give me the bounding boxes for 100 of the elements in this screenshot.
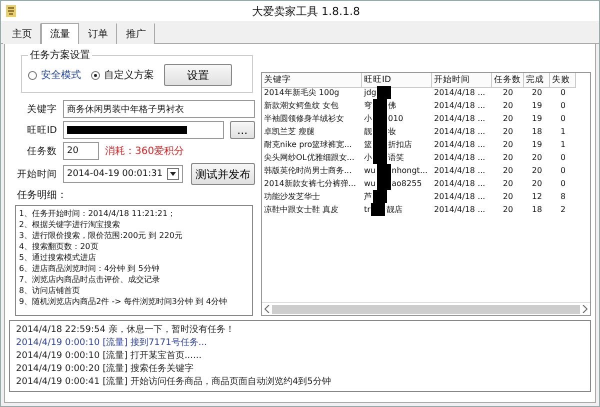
detail-line: 2、根据关键字进行淘宝搜索 xyxy=(19,219,122,230)
table-cell: ao8255 xyxy=(392,179,422,188)
table-cell-text: 18 xyxy=(530,126,544,138)
table-cell-text: 半袖圆领修身羊绒衫女 xyxy=(263,113,345,125)
column-header[interactable]: 完成 xyxy=(524,73,550,88)
table-cell-text: 20 xyxy=(502,152,514,164)
table-cell: wu xyxy=(364,179,376,188)
log-line: 2014/4/19 0:00:20 [流量] 搜索任务关键字 xyxy=(16,363,194,375)
table-cell: 芦 xyxy=(364,191,372,202)
tab[interactable]: 订单 xyxy=(79,23,117,44)
table-cell-text: 2014/4/18 ... xyxy=(433,139,486,151)
table-cell-text: 12 xyxy=(530,191,544,203)
table-cell: 佛 xyxy=(388,100,396,111)
table-cell-text: 20 xyxy=(502,113,514,125)
table-cell: tr xyxy=(364,205,370,214)
id-label: 旺旺ID xyxy=(26,124,57,136)
tab[interactable]: 流量 xyxy=(41,23,79,44)
table-cell: wu xyxy=(364,166,376,175)
detail-line: 8、访问店铺首页 xyxy=(19,285,82,296)
radio-button[interactable] xyxy=(28,70,37,80)
table-cell: 篮 xyxy=(364,139,372,150)
table-cell-text: 20 xyxy=(502,87,514,99)
time-picker[interactable]: 2014-04-19 00:01:31 xyxy=(63,165,183,183)
table-cell-text: 0 xyxy=(559,152,567,164)
table-cell-text: 20 xyxy=(530,178,544,190)
table-cell-text: 0 xyxy=(559,178,567,190)
time-label: 开始时间 xyxy=(16,168,57,180)
details-textarea[interactable]: 1、任务开始时间：2014/4/18 11:21:21； 2、根据关键字进行淘宝搜索 3、进行限价搜索，限价范围:200元 到 220元 4、搜索翻页数：20页 5、通过搜索模式进店 6、进店商品浏览时间：4分钟 到 5分钟 7、浏览店内商品时点击评价、成交记录 8、访问店铺首页 9、随机浏览店内商品2件 -> 每件浏览时间3分钟 到 4分钟 xyxy=(15,205,253,316)
table-cell-text: 20 xyxy=(502,191,514,203)
column-header[interactable]: 旺旺ID xyxy=(362,73,432,88)
caret-icon xyxy=(170,172,176,176)
table-cell-text: 20 xyxy=(502,178,514,190)
table-cell-text: 2 xyxy=(559,204,567,216)
radio-button[interactable] xyxy=(91,70,100,80)
table-cell-text: 20 xyxy=(502,165,514,177)
table-cell-text: 19 xyxy=(530,139,544,151)
table-cell-text: 2014年新毛尖 100g xyxy=(263,87,340,99)
table-cell-text: 卓凯兰芝 瘦腿 xyxy=(263,126,316,138)
id-field[interactable] xyxy=(63,121,224,139)
table-cell-text: 0 xyxy=(559,100,567,112)
count-field[interactable]: 20 xyxy=(63,142,99,160)
table-cell: jdg xyxy=(364,88,376,97)
window-title: 大爱卖家工具 1.8.1.8 xyxy=(251,4,361,18)
detail-line: 5、通过搜索模式进店 xyxy=(19,252,98,263)
table-cell-text: 2014/4/18 ... xyxy=(433,178,486,190)
table-cell-text: 0 xyxy=(559,113,567,125)
table-cell-text: 20 xyxy=(530,152,544,164)
table-cell: 妆 xyxy=(388,126,396,137)
table-cell: 靓店 xyxy=(386,204,402,215)
log-line: 2014/4/19 0:00:41 [流量] 开始访问任务商品，商品页面自动浏览约4到5分钟 xyxy=(16,376,332,388)
table-cell: 语笑 xyxy=(388,152,404,163)
table-cell-text: 19 xyxy=(530,113,544,125)
table-cell-text: 20 xyxy=(530,87,544,99)
table-cell-text: 1 xyxy=(559,126,567,138)
detail-line: 7、浏览店内商品时点击评价、成交记录 xyxy=(19,274,162,285)
detail-line: 1、任务开始时间：2014/4/18 11:21:21； xyxy=(19,208,177,219)
radio-label: 安全模式 xyxy=(41,68,81,82)
table-cell-text: 20 xyxy=(502,100,514,112)
table-cell-text: 2014新款女裤七分裤弹... xyxy=(263,178,357,190)
browse-button[interactable]: ... xyxy=(230,121,255,139)
table-cell: 靓 xyxy=(364,126,372,137)
table-cell: 穹 xyxy=(364,100,372,111)
table-cell-text: 2014/4/18 ... xyxy=(433,165,486,177)
horizontal-scrollbar[interactable] xyxy=(262,302,590,315)
table-cell-text: 尖头网纱OL优雅细跟女... xyxy=(263,152,356,164)
app-icon xyxy=(5,4,17,18)
table-cell-text: 2014/4/18 ... xyxy=(433,126,486,138)
table-cell-text: 2014/4/18 ... xyxy=(433,152,486,164)
table-cell-text: 韩版英伦时尚男士商务... xyxy=(263,165,353,177)
publish-button[interactable]: 测试并发布 xyxy=(191,163,255,185)
details-label: 任务明细： xyxy=(16,189,68,202)
tab[interactable]: 主页 xyxy=(3,23,41,44)
detail-line: 9、随机浏览店内商品2件 -> 每件浏览时间3分钟 到 4分钟 xyxy=(19,296,228,307)
group-legend: 任务方案设置 xyxy=(28,48,92,62)
table-cell-text: 1 xyxy=(559,139,567,151)
column-header[interactable]: 失败 xyxy=(550,73,576,88)
table-cell-text: 19 xyxy=(530,100,544,112)
redaction-bar xyxy=(377,86,392,99)
keyword-field[interactable]: 商务休闲男装中年格子男衬衣 xyxy=(63,100,255,118)
settings-button[interactable]: 设置 xyxy=(164,64,232,86)
table-cell-text: 2014/4/18 ... xyxy=(433,87,486,99)
table-cell-text: 2014/4/18 ... xyxy=(433,204,486,216)
table-cell-text: 18 xyxy=(530,204,544,216)
column-header[interactable]: 任务数 xyxy=(492,73,524,88)
cost-text: 消耗：360爱积分 xyxy=(105,144,184,158)
tab[interactable]: 推广 xyxy=(117,23,155,44)
keyword-label: 关键字 xyxy=(26,102,57,116)
column-header[interactable]: 关键字 xyxy=(262,73,362,88)
table-cell-text: 2014/4/18 ... xyxy=(433,100,486,112)
table-cell: 小 xyxy=(364,113,372,124)
table-cell-text: 0 xyxy=(559,87,567,99)
column-header[interactable]: 开始时间 xyxy=(432,73,492,88)
detail-line: 6、进店商品浏览时间：4分钟 到 5分钟 xyxy=(19,263,160,274)
table-cell: 折扣店 xyxy=(388,139,412,150)
detail-line: 4、搜索翻页数：20页 xyxy=(19,241,100,252)
table-cell: nhongt... xyxy=(392,166,428,175)
table-cell-text: 新款潮女鳄鱼纹 女包 xyxy=(263,100,340,112)
table-cell-text: 20 xyxy=(502,126,514,138)
log-line: 2014/4/19 0:00:10 [流量] 接到7171号任务... xyxy=(16,337,208,349)
detail-line: 3、进行限价搜索，限价范围:200元 到 220元 xyxy=(19,230,184,241)
